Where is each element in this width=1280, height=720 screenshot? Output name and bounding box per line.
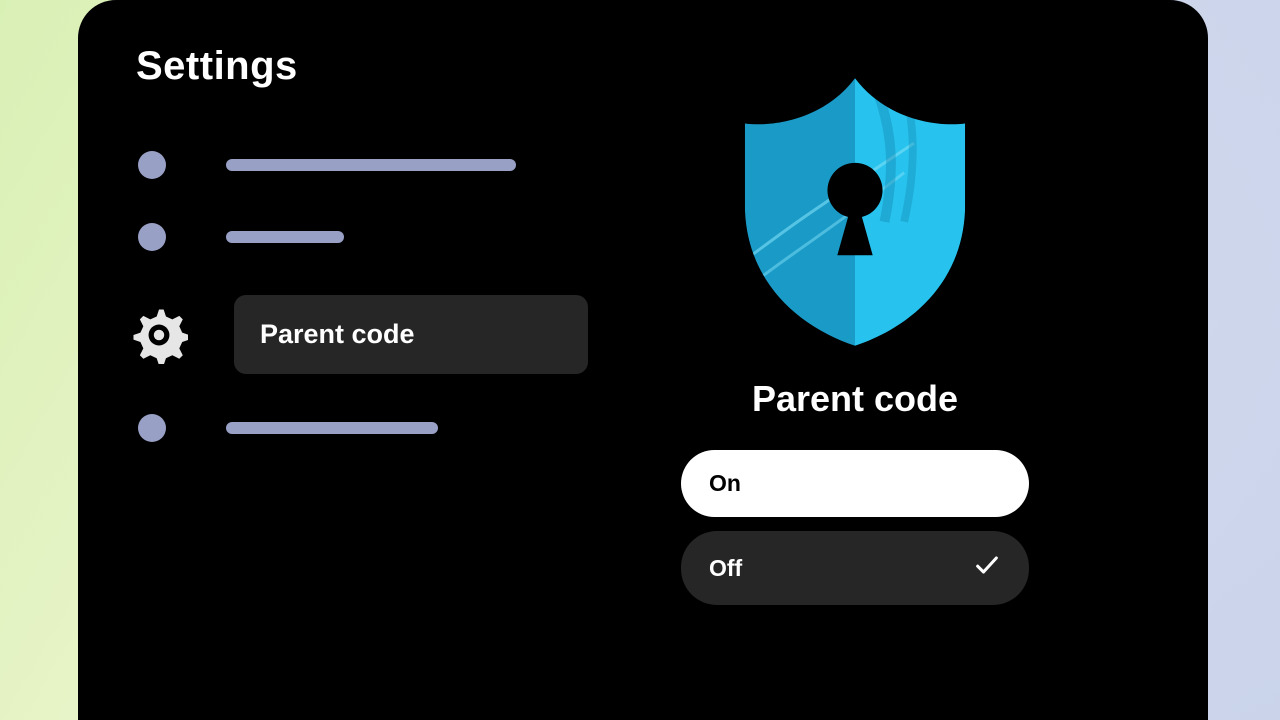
gear-icon xyxy=(130,306,190,364)
settings-panel: Settings Parent code xyxy=(78,0,1208,720)
detail-pane: Parent code On Off xyxy=(670,72,1040,605)
menu-label-placeholder xyxy=(226,159,516,171)
option-off[interactable]: Off xyxy=(681,531,1029,605)
menu-bullet-icon xyxy=(138,223,166,251)
check-icon xyxy=(973,551,1001,585)
menu-item-selected-chip: Parent code xyxy=(234,295,588,374)
option-label: Off xyxy=(709,555,742,582)
menu-item-label: Parent code xyxy=(260,319,415,349)
option-on[interactable]: On xyxy=(681,450,1029,517)
menu-bullet-icon xyxy=(138,414,166,442)
menu-label-placeholder xyxy=(226,231,344,243)
shield-lock-icon xyxy=(735,72,975,352)
option-list: On Off xyxy=(681,450,1029,605)
detail-heading: Parent code xyxy=(752,378,958,420)
option-label: On xyxy=(709,470,741,497)
menu-label-placeholder xyxy=(226,422,438,434)
menu-bullet-icon xyxy=(138,151,166,179)
